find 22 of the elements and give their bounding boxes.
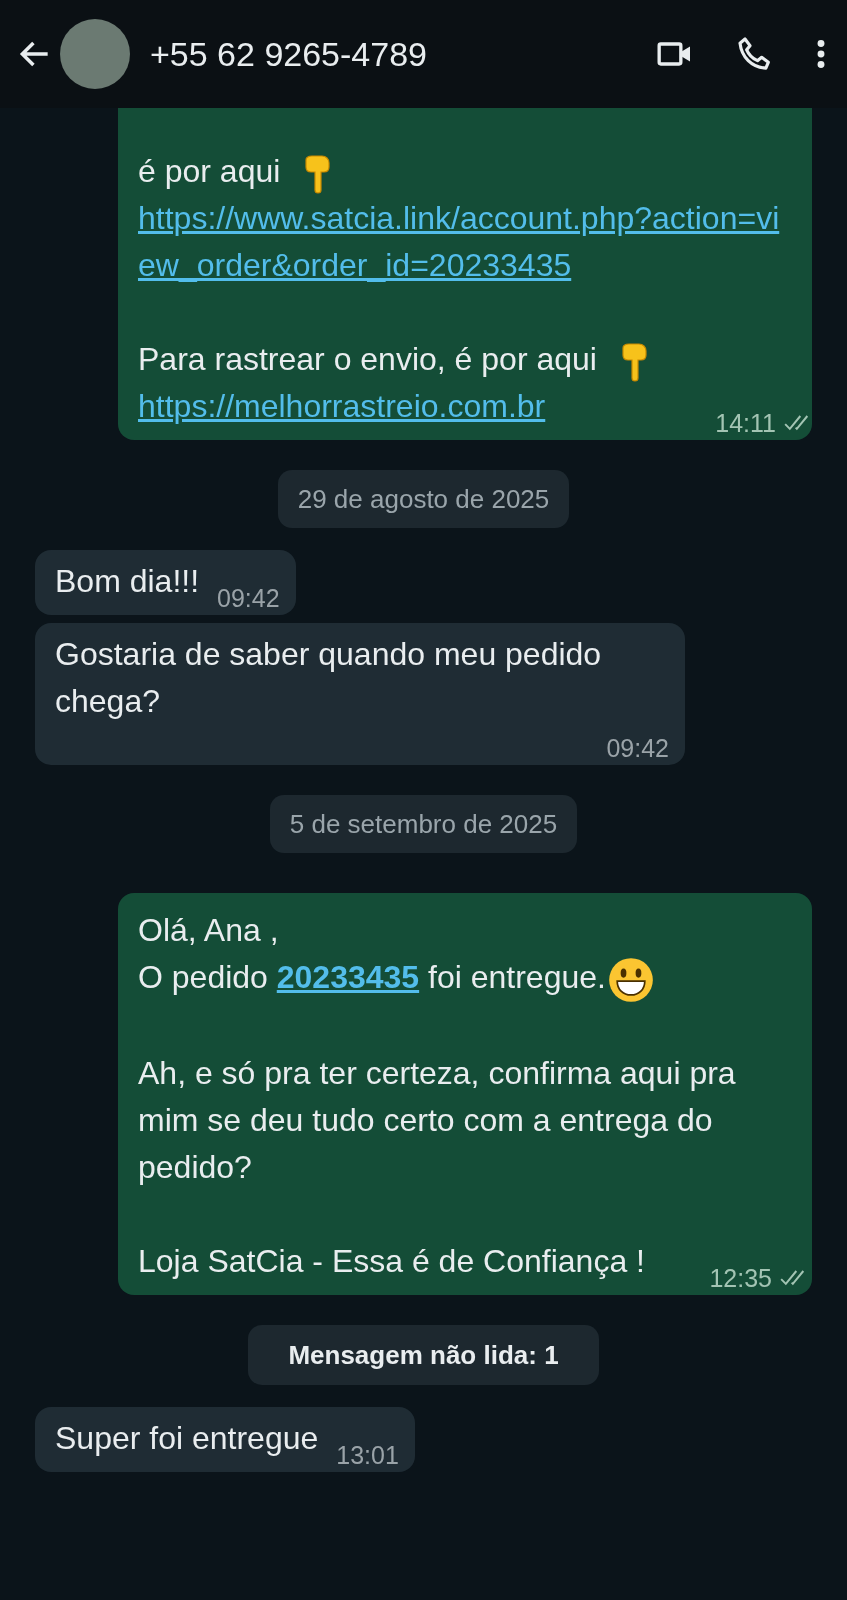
message-text: Para rastrear o envio, é por aqui	[138, 336, 792, 383]
message-time: 14:11	[715, 408, 776, 438]
message-text: Bom dia!!!	[55, 562, 200, 601]
message-time: 12:35	[709, 1262, 772, 1293]
message-time: 13:01	[336, 1439, 399, 1470]
grinning-face-icon	[607, 956, 654, 1003]
contact-name[interactable]: +55 62 9265-4789	[150, 34, 427, 74]
message-time: 09:42	[606, 733, 669, 763]
link[interactable]: 20233435	[276, 959, 420, 995]
link[interactable]: https://melhorrastreio.com.br	[138, 383, 546, 430]
date-label: 29 de agosto de 2025	[277, 470, 570, 528]
link[interactable]: https://www.satcia.link/account.php?action=view_order&order_id=20233435	[138, 195, 792, 289]
message-text: Gostaria de saber quando meu pedido chega?	[55, 635, 603, 721]
message-text: Olá, Ana ,	[138, 911, 280, 950]
message-time: 09:42	[217, 583, 280, 613]
message-text: Loja SatCia - Essa é de Confiança !	[138, 1241, 645, 1281]
message-text: é por aqui	[138, 148, 792, 195]
date-label: 5 de setembro de 2025	[269, 795, 578, 853]
unread-messages-label: Mensagem não lida: 1	[248, 1324, 599, 1385]
message-text: Ah, e só pra ter certeza, confirma aqui pra mim se deu tudo certo com a entrega do pedido?	[138, 1053, 737, 1187]
message-text: Super foi entregue	[55, 1418, 319, 1458]
message-text: O pedido 20233435 foi entregue.	[138, 954, 772, 1003]
